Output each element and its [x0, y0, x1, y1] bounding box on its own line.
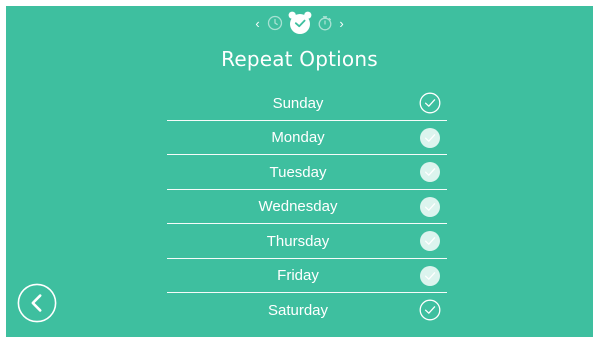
mode-switcher: ‹ › [6, 10, 593, 36]
day-label: Friday [277, 267, 319, 285]
check-circle-filled-icon[interactable] [419, 265, 441, 287]
day-label: Thursday [266, 232, 330, 250]
stopwatch-icon[interactable] [317, 15, 333, 31]
page-title: Repeat Options [221, 47, 378, 71]
check-circle-filled-icon[interactable] [419, 161, 441, 183]
check-circle-outline-icon[interactable] [419, 92, 441, 114]
day-row-sunday[interactable]: Sunday [167, 86, 447, 121]
day-label: Wednesday [258, 198, 338, 216]
day-row-wednesday[interactable]: Wednesday [167, 190, 447, 224]
check-circle-outline-icon[interactable] [419, 299, 441, 321]
day-list: Sunday Monday Tuesday Wednesday Thursday… [167, 86, 447, 328]
day-row-tuesday[interactable]: Tuesday [167, 155, 447, 190]
chevron-right-icon[interactable]: › [337, 17, 347, 30]
check-circle-filled-icon[interactable] [419, 230, 441, 252]
repeat-options-screen: ‹ › Repeat Options Sunday Monday Tuesday… [6, 6, 593, 337]
day-label: Saturday [267, 301, 329, 319]
check-circle-filled-icon[interactable] [419, 196, 441, 218]
clock-icon[interactable] [267, 15, 283, 31]
day-label: Monday [271, 129, 325, 147]
app-frame: ‹ › Repeat Options Sunday Monday Tuesday… [0, 0, 599, 343]
chevron-left-icon [31, 294, 42, 312]
day-label: Tuesday [269, 163, 327, 181]
check-circle-filled-icon[interactable] [419, 127, 441, 149]
alarm-clock-icon[interactable] [287, 10, 313, 36]
chevron-left-icon[interactable]: ‹ [253, 17, 263, 30]
day-row-monday[interactable]: Monday [167, 121, 447, 155]
back-button[interactable] [17, 283, 57, 323]
day-row-saturday[interactable]: Saturday [167, 293, 447, 328]
day-label: Sunday [272, 94, 324, 112]
day-row-friday[interactable]: Friday [167, 259, 447, 293]
day-row-thursday[interactable]: Thursday [167, 224, 447, 259]
